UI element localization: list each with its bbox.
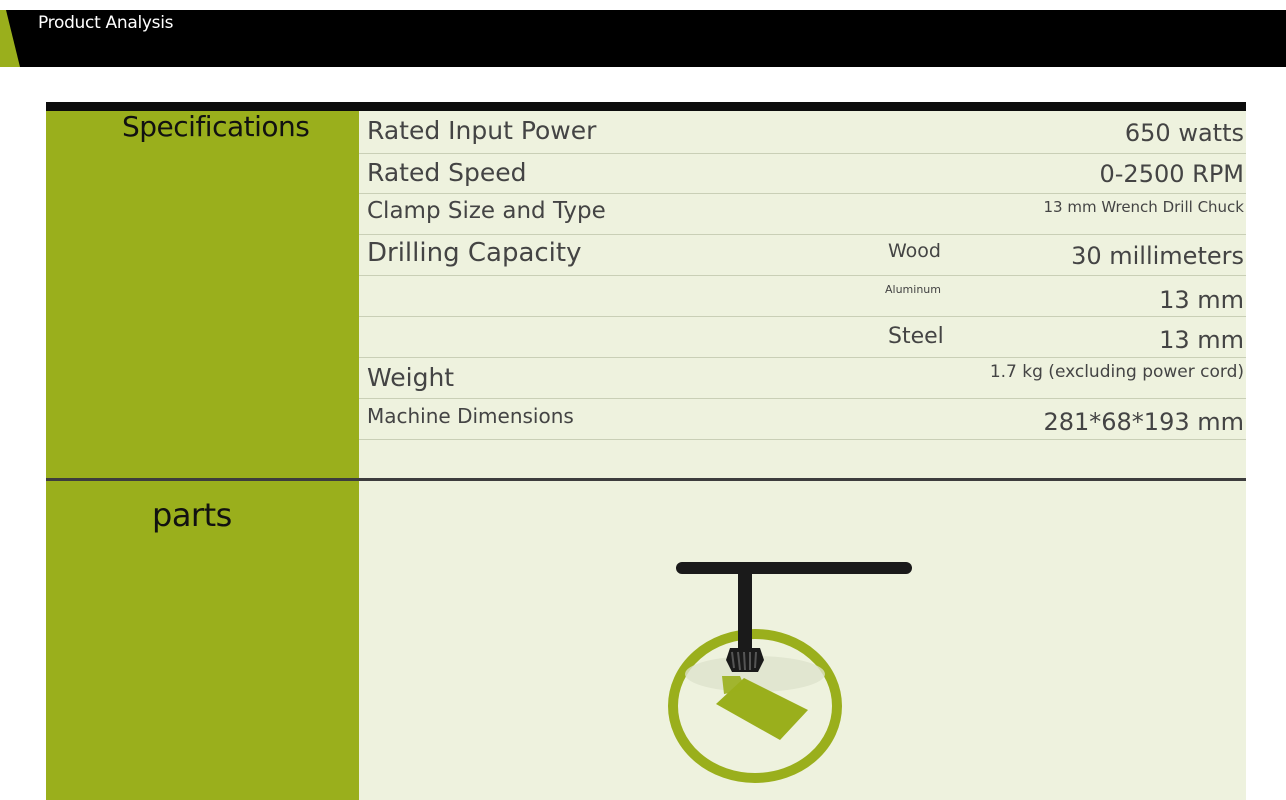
spec-row: Machine Dimensions 281*68*193 mm	[359, 399, 1246, 440]
spec-value: 13 mm	[1159, 326, 1244, 354]
section-label-column	[46, 111, 359, 800]
spec-row: Rated Input Power 650 watts	[359, 111, 1246, 154]
spec-row: Steel 13 mm	[359, 317, 1246, 358]
spec-row: Weight 1.7 kg (excluding power cord)	[359, 358, 1246, 399]
spec-value: 281*68*193 mm	[1043, 408, 1244, 436]
spec-label: Rated Speed	[367, 158, 527, 187]
section-divider	[46, 478, 1246, 481]
spec-sublabel: Steel	[888, 324, 944, 349]
spec-label: Drilling Capacity	[367, 238, 582, 268]
spec-row: Drilling Capacity Wood 30 millimeters	[359, 235, 1246, 276]
spec-sublabel: Wood	[888, 240, 941, 262]
spec-label: Clamp Size and Type	[367, 198, 606, 224]
spec-label: Rated Input Power	[367, 116, 597, 145]
spec-value: 13 mm	[1159, 286, 1244, 314]
parts-heading: parts	[152, 496, 232, 534]
spec-value: 13 mm Wrench Drill Chuck	[1043, 198, 1244, 216]
spec-row: Clamp Size and Type 13 mm Wrench Drill C…	[359, 194, 1246, 235]
spec-label: Weight	[367, 363, 455, 392]
chuck-key-icon	[668, 562, 912, 783]
page-title: Product Analysis	[38, 13, 174, 33]
spec-row: Rated Speed 0-2500 RPM	[359, 154, 1246, 194]
spec-value: 0-2500 RPM	[1099, 160, 1245, 188]
spec-label: Machine Dimensions	[367, 404, 574, 428]
spec-sublabel: Aluminum	[885, 283, 941, 296]
spec-value: 1.7 kg (excluding power cord)	[989, 362, 1244, 382]
spec-row: Aluminum 13 mm	[359, 276, 1246, 317]
header-bar	[0, 10, 1286, 67]
spec-value: 30 millimeters	[1071, 242, 1244, 270]
spec-value: 650 watts	[1124, 119, 1244, 147]
specifications-heading: Specifications	[122, 110, 310, 143]
